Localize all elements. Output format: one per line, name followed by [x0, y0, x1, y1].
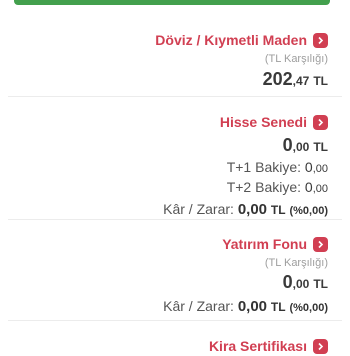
card-doviz-currency: TL	[313, 74, 328, 88]
card-doviz-amount: 202,47 TL	[0, 68, 328, 92]
card-fon-amount-dec: ,00	[292, 277, 310, 291]
card-fon-title: Yatırım Fonu	[222, 236, 307, 252]
card-kira-header[interactable]: Kira Sertifikası	[0, 336, 328, 356]
card-fon-subtitle: (TL Karşılığı)	[264, 257, 328, 269]
card-doviz[interactable]: Döviz / Kıymetli Maden (TL Karşılığı) 20…	[0, 30, 350, 92]
profit-loss-percent: (%0,00)	[289, 302, 328, 314]
card-fon-header[interactable]: Yatırım Fonu	[0, 234, 328, 254]
card-hisse-amount: 0,00 TL	[0, 134, 328, 158]
profit-loss-value: 0,00	[237, 201, 268, 218]
divider	[8, 219, 342, 220]
chevron-right-icon[interactable]	[313, 114, 328, 130]
profit-loss-value: 0,00	[237, 298, 268, 315]
card-hisse-currency: TL	[313, 140, 328, 154]
card-hisse-amount-dec: ,00	[292, 140, 310, 154]
profit-loss-percent: (%0,00)	[289, 205, 328, 217]
top-bar	[0, 0, 350, 8]
card-hisse-header[interactable]: Hisse Senedi	[0, 112, 328, 132]
card-kira-title: Kira Sertifikası	[208, 338, 307, 354]
top-accent-bar	[14, 0, 330, 5]
divider	[8, 320, 342, 321]
card-hisse-t2: T+2 Bakiye: 0,00	[0, 178, 328, 198]
profit-loss-label: Kâr / Zarar:	[163, 201, 238, 217]
profit-loss-currency: TL	[270, 203, 286, 217]
profit-loss-label: Kâr / Zarar:	[163, 298, 238, 314]
card-doviz-amount-dec: ,47	[292, 74, 310, 88]
chevron-right-icon[interactable]	[313, 236, 328, 252]
card-hisse-profit-loss: Kâr / Zarar: 0,00 TL (%0,00)	[0, 200, 328, 220]
card-doviz-header[interactable]: Döviz / Kıymetli Maden	[0, 30, 328, 50]
chevron-right-icon[interactable]	[313, 32, 328, 48]
card-hisse-t1: T+1 Bakiye: 0,00	[0, 158, 328, 178]
card-kira[interactable]: Kira Sertifikası	[0, 336, 350, 356]
card-doviz-amount-int: 202	[262, 69, 293, 89]
card-hisse[interactable]: Hisse Senedi 0,00 TL T+1 Bakiye: 0,00 T+2…	[0, 112, 350, 220]
card-fon[interactable]: Yatırım Fonu (TL Karşılığı) 0,00 TL Kâr /…	[0, 234, 350, 317]
chevron-right-icon[interactable]	[313, 338, 328, 354]
t1-int: 0	[304, 159, 313, 175]
divider	[8, 96, 342, 97]
t1-label: T+1 Bakiye:	[226, 159, 305, 175]
card-fon-amount-int: 0	[282, 272, 293, 292]
card-hisse-amount-int: 0	[282, 135, 293, 155]
card-doviz-subtitle: (TL Karşılığı)	[264, 53, 328, 65]
t2-int: 0	[304, 179, 313, 195]
t2-dec: ,00	[312, 183, 328, 195]
card-fon-currency: TL	[313, 277, 328, 291]
card-doviz-title: Döviz / Kıymetli Maden	[155, 32, 307, 48]
t2-label: T+2 Bakiye:	[226, 179, 305, 195]
card-hisse-title: Hisse Senedi	[219, 114, 307, 130]
card-fon-profit-loss: Kâr / Zarar: 0,00 TL (%0,00)	[0, 297, 328, 317]
card-fon-amount: 0,00 TL	[0, 271, 328, 295]
profit-loss-currency: TL	[270, 300, 286, 314]
t1-dec: ,00	[312, 163, 328, 175]
